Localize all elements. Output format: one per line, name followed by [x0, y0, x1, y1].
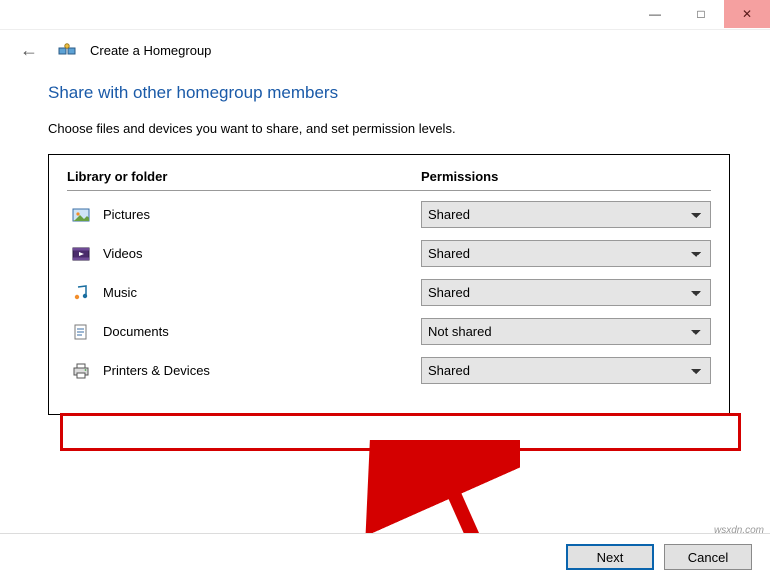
- annotation-highlight-box: [60, 413, 741, 451]
- pictures-icon: [71, 206, 91, 224]
- dialog-footer: Next Cancel: [0, 533, 770, 580]
- cancel-button[interactable]: Cancel: [664, 544, 752, 570]
- page-heading: Share with other homegroup members: [48, 83, 730, 103]
- row-printers-label: Printers & Devices: [67, 352, 391, 390]
- minimize-button[interactable]: —: [632, 0, 678, 28]
- row-music-label: Music: [67, 274, 391, 312]
- documents-permission-select[interactable]: SharedNot shared: [421, 318, 711, 345]
- column-header-permissions: Permissions: [421, 169, 711, 190]
- videos-permission-select[interactable]: SharedNot shared: [421, 240, 711, 267]
- printer-icon: [71, 362, 91, 380]
- row-label: Videos: [103, 246, 143, 261]
- wizard-content: Share with other homegroup members Choos…: [0, 65, 770, 415]
- row-videos-label: Videos: [67, 235, 391, 273]
- row-label: Music: [103, 285, 137, 300]
- close-button[interactable]: ✕: [724, 0, 770, 28]
- back-arrow-icon[interactable]: ←: [14, 38, 44, 63]
- row-videos-permission: SharedNot shared: [421, 234, 711, 273]
- music-permission-select[interactable]: SharedNot shared: [421, 279, 711, 306]
- row-documents-label: Documents: [67, 313, 391, 351]
- titlebar: — □ ✕: [0, 0, 770, 30]
- header-divider: [67, 190, 711, 191]
- row-label: Pictures: [103, 207, 150, 222]
- row-label: Documents: [103, 324, 169, 339]
- sharing-panel: Library or folder Permissions Pictures S…: [48, 154, 730, 415]
- page-subtext: Choose files and devices you want to sha…: [48, 121, 730, 136]
- wizard-header: ← Create a Homegroup: [0, 30, 770, 65]
- row-pictures-label: Pictures: [67, 196, 391, 234]
- row-pictures-permission: SharedNot shared: [421, 195, 711, 234]
- row-label: Printers & Devices: [103, 363, 210, 378]
- next-button[interactable]: Next: [566, 544, 654, 570]
- row-music-permission: SharedNot shared: [421, 273, 711, 312]
- printers-permission-select[interactable]: SharedNot shared: [421, 357, 711, 384]
- homegroup-icon: [58, 42, 76, 60]
- window-title: Create a Homegroup: [90, 43, 211, 58]
- row-documents-permission: SharedNot shared: [421, 312, 711, 351]
- row-printers-permission: SharedNot shared: [421, 351, 711, 390]
- pictures-permission-select[interactable]: SharedNot shared: [421, 201, 711, 228]
- maximize-button[interactable]: □: [678, 0, 724, 28]
- music-icon: [71, 284, 91, 302]
- videos-icon: [71, 245, 91, 263]
- column-header-library: Library or folder: [67, 169, 391, 190]
- documents-icon: [71, 323, 91, 341]
